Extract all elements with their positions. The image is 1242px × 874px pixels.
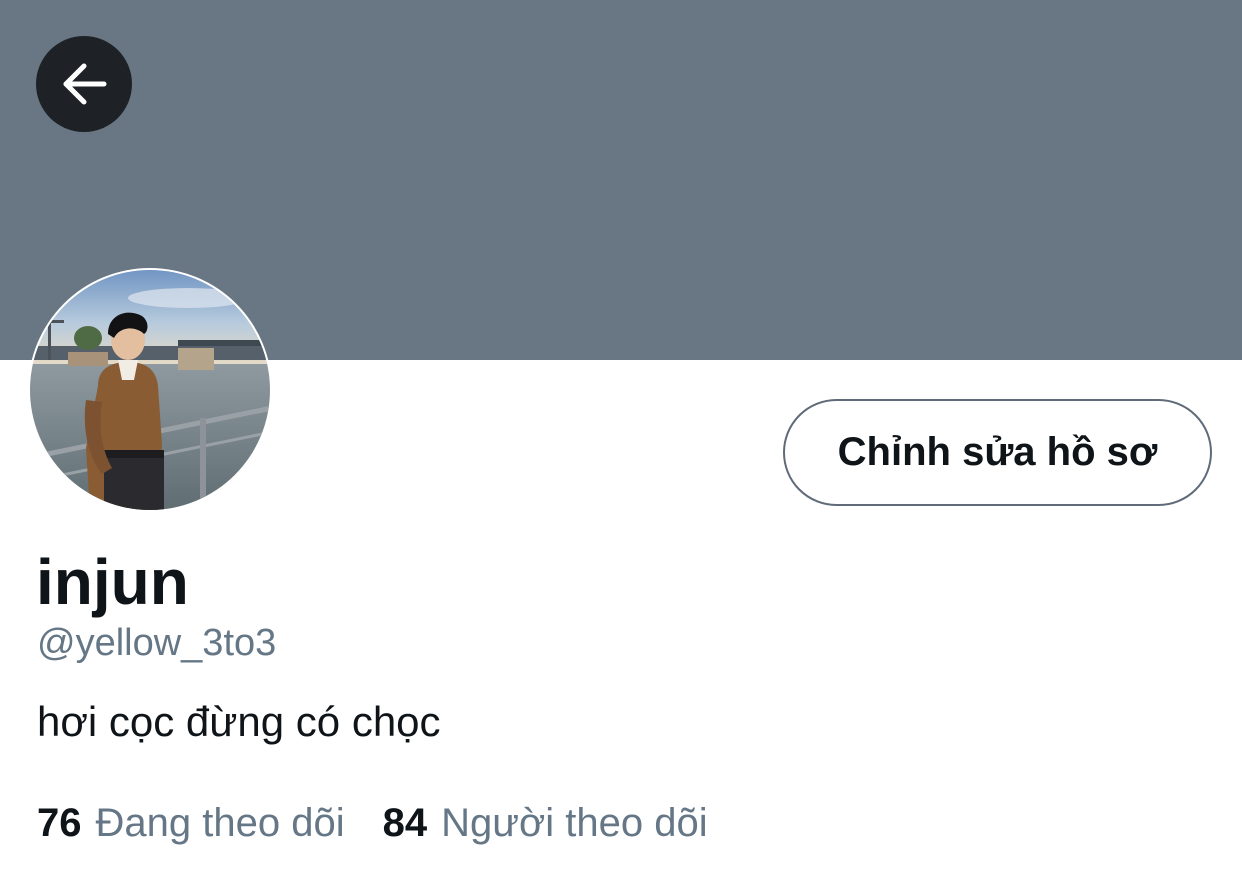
followers-link[interactable]: 84 Người theo dõi — [383, 798, 708, 848]
following-link[interactable]: 76 Đang theo dõi — [37, 798, 345, 848]
followers-count: 84 — [382, 801, 428, 845]
profile-page: Chỉnh sửa hồ sơ injun @yellow_3to3 hơi c… — [0, 0, 1242, 874]
display-name: injun — [36, 546, 189, 618]
followers-label: Người theo dõi — [441, 801, 708, 845]
edit-profile-button[interactable]: Chỉnh sửa hồ sơ — [783, 399, 1212, 506]
avatar-photo — [30, 270, 270, 510]
follow-stats: 76 Đang theo dõi 84 Người theo dõi — [37, 798, 708, 848]
profile-bio: hơi cọc đừng có chọc — [37, 698, 441, 745]
following-count: 76 — [37, 801, 82, 845]
user-handle: @yellow_3to3 — [37, 622, 277, 664]
arrow-left-icon — [63, 63, 107, 105]
profile-avatar[interactable] — [28, 268, 272, 512]
back-button[interactable] — [36, 36, 132, 132]
following-label: Đang theo dõi — [95, 801, 345, 845]
